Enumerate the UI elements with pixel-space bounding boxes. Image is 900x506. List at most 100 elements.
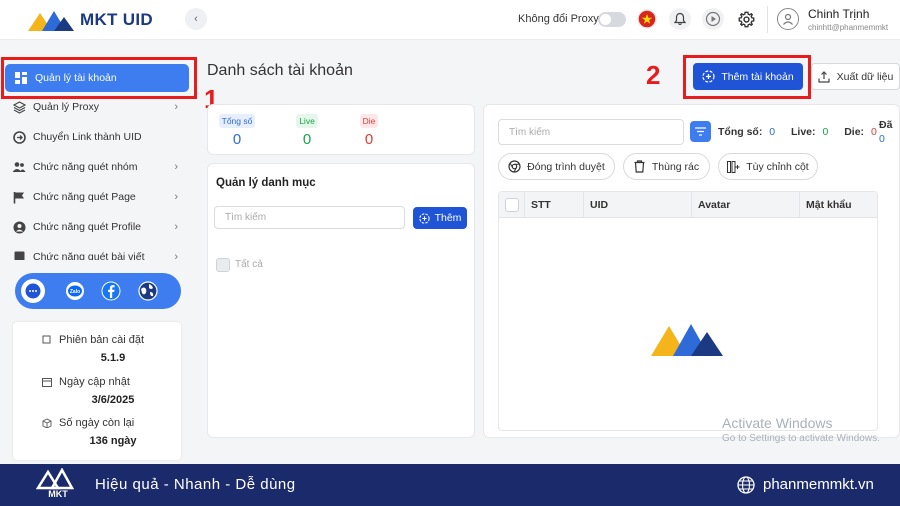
die-value: 0 [870,126,877,138]
footer-slogan: Hiệu quả - Nhanh - Dễ dùng [95,476,296,493]
select-all-label: Tất cả [235,259,263,270]
notification-button[interactable] [669,8,691,30]
header-checkbox-cell [499,192,525,218]
license-info-card: Phiên bản cài đặt 5.1.9 Ngày cập nhật 3/… [13,322,181,460]
users-icon [12,160,26,174]
settings-button[interactable] [735,8,757,30]
category-search-placeholder: Tìm kiếm [225,212,267,223]
updated-label: Ngày cập nhật [59,376,130,388]
activate-windows-title: Activate Windows [722,415,833,431]
language-flag-button[interactable] [636,8,658,30]
logo-text: MKT UID [80,10,153,29]
topbar-divider [767,6,768,33]
add-category-button[interactable]: Thêm [413,207,467,229]
trash-icon [634,160,645,173]
logo-mark-icon [28,11,74,31]
flag-icon [12,190,26,204]
sidebar-item-label: Chuyển Link thành UID [33,131,142,143]
chrome-icon [508,160,521,173]
sidebar-item-scan-group[interactable]: Chức năng quét nhóm › [12,160,184,174]
footer-logo-text: MKT [48,489,68,499]
column-header-stt[interactable]: STT [525,192,584,218]
user-name[interactable]: Chinh Trịnh [808,7,869,21]
document-icon [12,250,26,260]
chevron-left-icon: ‹ [194,13,198,25]
close-browser-label: Đóng trình duyệt [527,160,605,173]
add-circle-icon [702,70,715,83]
filter-button[interactable] [690,121,711,142]
sidebar-item-scan-profile[interactable]: Chức năng quét Profile › [12,220,184,234]
collapse-sidebar-button[interactable]: ‹ [185,8,207,30]
link-icon [12,130,26,144]
stats-card: Tổng số 0 Live 0 Die 0 [207,104,475,155]
stat-total-value: 0 [232,131,242,148]
total-label: Tổng số: [718,126,763,138]
website-button[interactable] [136,279,160,303]
chat-support-button[interactable] [21,279,45,303]
bell-icon [673,12,687,26]
trash-button[interactable]: Thùng rác [623,153,710,180]
category-search-input[interactable]: Tìm kiếm [214,206,405,229]
activate-windows-subtitle: Go to Settings to activate Windows. [722,433,880,444]
version-label: Phiên bản cài đặt [59,334,145,346]
annotation-box-1 [1,57,197,99]
tag-icon [42,335,51,344]
facebook-icon [101,281,121,301]
page-title: Danh sách tài khoản [207,62,353,79]
add-circle-icon [418,212,430,224]
chevron-right-icon: › [174,161,178,173]
account-search-input[interactable]: Tìm kiếm [498,119,684,145]
user-avatar[interactable] [777,8,799,30]
stat-die: Die 0 [354,114,384,148]
calendar-icon [42,378,52,387]
select-all-checkbox[interactable] [216,258,230,272]
column-header-password[interactable]: Mật khẩu [800,192,877,218]
updated-value: 3/6/2025 [91,394,135,406]
close-browser-button[interactable]: Đóng trình duyệt [498,153,615,180]
extra-label: Đã [879,119,893,131]
export-data-button[interactable]: Xuất dữ liệu [811,63,900,90]
add-account-button[interactable]: Thêm tài khoản [693,63,803,90]
globe-icon [737,476,755,494]
video-guide-button[interactable] [702,8,724,30]
upload-icon [818,70,830,83]
account-search-placeholder: Tìm kiếm [509,126,551,138]
column-header-avatar[interactable]: Avatar [692,192,800,218]
facebook-button[interactable] [99,279,123,303]
sidebar-item-scan-post[interactable]: Chức năng quét bài viết › [12,250,184,260]
customize-columns-button[interactable]: Tùy chỉnh cột [718,153,818,180]
footer-logo: MKT [35,467,80,502]
category-title: Quản lý danh mục [216,177,316,189]
sidebar-item-scan-page[interactable]: Chức năng quét Page › [12,190,184,204]
proxy-toggle[interactable] [598,12,626,27]
add-category-label: Thêm [434,212,462,224]
extra-value: 0 [879,133,885,145]
proxy-toggle-label: Không đổi Proxy [518,13,599,25]
play-circle-icon [705,11,721,27]
sidebar-item-label: Chức năng quét Page [33,191,136,203]
empty-state-logo-icon [651,324,723,356]
svg-text:Zalo: Zalo [70,289,80,295]
user-circle-icon [12,220,26,234]
chat-support-icon [25,283,41,299]
export-label: Xuất dữ liệu [836,70,894,83]
die-label: Die: [844,126,865,138]
version-value: 5.1.9 [100,352,126,364]
column-header-uid[interactable]: UID [584,192,692,218]
gear-icon [738,11,754,27]
customize-columns-label: Tùy chỉnh cột [746,160,809,173]
chevron-right-icon: › [174,221,178,233]
zalo-button[interactable]: Zalo [63,279,87,303]
category-card: Quản lý danh mục Tìm kiếm Thêm Tất cả [207,163,475,438]
app-logo: MKT UID [28,7,153,33]
days-left-label: Số ngày còn lại [59,417,135,429]
sidebar-item-proxy[interactable]: Quản lý Proxy › [12,100,184,114]
vietnam-flag-icon [637,9,657,29]
chevron-right-icon: › [174,191,178,203]
header-select-all-checkbox[interactable] [505,198,519,212]
accounts-card: Tìm kiếm Tổng số: 0 Live: 0 Die: 0 Đã 0 … [483,104,900,438]
footer-website-link[interactable]: phanmemmkt.vn [763,476,874,493]
days-left-value: 136 ngày [89,435,137,447]
filter-icon [695,127,706,136]
sidebar-item-link-uid[interactable]: Chuyển Link thành UID [12,130,184,144]
